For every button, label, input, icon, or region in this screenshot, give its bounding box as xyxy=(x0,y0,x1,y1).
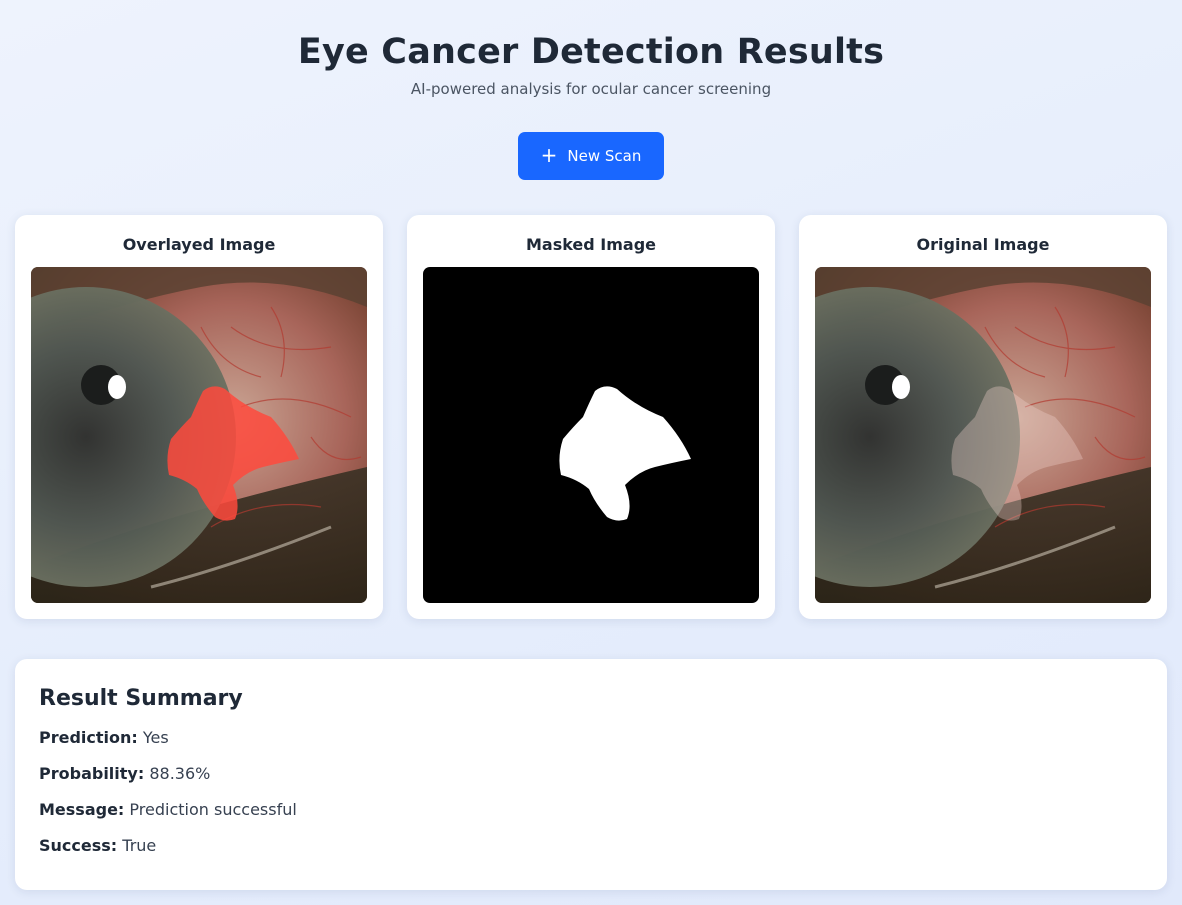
original-image-card: Original Image xyxy=(799,215,1167,619)
original-image xyxy=(815,267,1151,603)
probability-row: Probability: 88.36% xyxy=(39,763,1143,785)
result-summary-title: Result Summary xyxy=(39,686,243,711)
result-summary: Result Summary Prediction: Yes Probabili… xyxy=(15,659,1167,890)
prediction-value: Yes xyxy=(142,728,169,747)
original-image-title: Original Image xyxy=(916,235,1050,254)
plus-icon: + xyxy=(540,143,558,167)
masked-image-card: Masked Image xyxy=(407,215,775,619)
prediction-row: Prediction: Yes xyxy=(39,727,1143,749)
masked-image xyxy=(423,267,759,603)
message-label: Message: xyxy=(39,800,125,819)
page-header: Eye Cancer Detection Results AI-powered … xyxy=(0,0,1182,99)
masked-image-title: Masked Image xyxy=(525,235,657,254)
page-title: Eye Cancer Detection Results xyxy=(297,32,885,72)
message-value: Prediction successful xyxy=(129,800,297,819)
probability-label: Probability: xyxy=(39,764,145,783)
overlayed-image xyxy=(31,267,367,603)
overlayed-image-title: Overlayed Image xyxy=(122,235,276,254)
success-label: Success: xyxy=(39,836,118,855)
action-bar: + New Scan xyxy=(0,132,1182,180)
probability-value: 88.36% xyxy=(149,764,211,783)
overlayed-image-card: Overlayed Image xyxy=(15,215,383,619)
image-cards: Overlayed Image Masked Image Original Im… xyxy=(15,215,1167,619)
success-value: True xyxy=(122,836,157,855)
prediction-label: Prediction: xyxy=(39,728,138,747)
success-row: Success: True xyxy=(39,835,1143,857)
new-scan-label: New Scan xyxy=(567,147,642,165)
message-row: Message: Prediction successful xyxy=(39,799,1143,821)
new-scan-button[interactable]: + New Scan xyxy=(518,132,664,180)
page-subtitle: AI-powered analysis for ocular cancer sc… xyxy=(410,80,772,98)
